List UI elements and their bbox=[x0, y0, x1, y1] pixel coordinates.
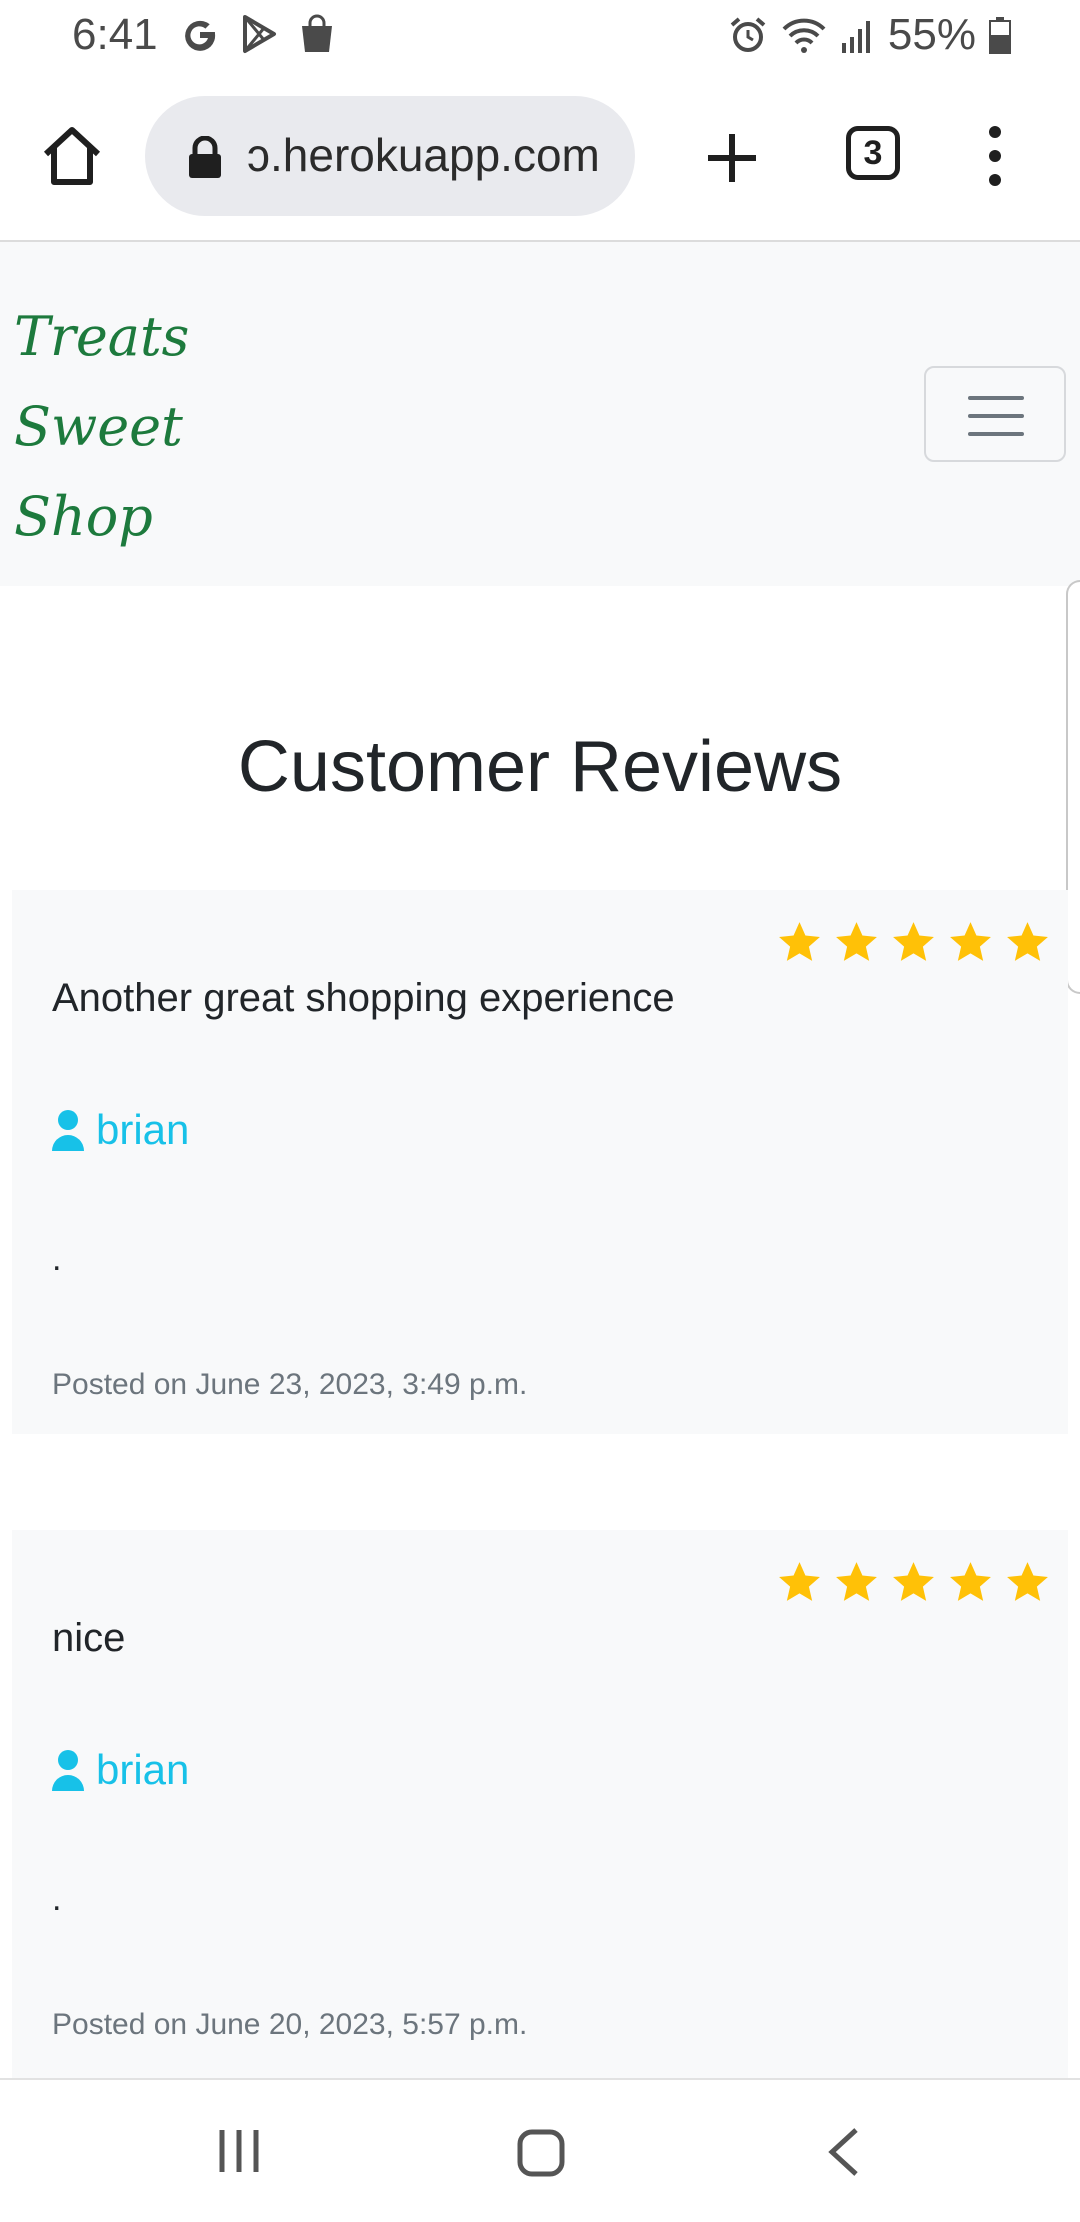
review-author-name: brian bbox=[96, 1106, 190, 1153]
brand-logo[interactable]: Treats Sweet Shop bbox=[14, 292, 189, 562]
battery-percent: 55% bbox=[887, 10, 976, 59]
star-icon bbox=[836, 922, 877, 961]
review-author-link[interactable]: brian bbox=[50, 1106, 189, 1154]
site-navbar: Treats Sweet Shop bbox=[0, 242, 1080, 586]
status-bar: 6:41 55% bbox=[0, 0, 1080, 72]
page-title: Customer Reviews bbox=[237, 727, 843, 807]
review-author-name: brian bbox=[96, 1746, 190, 1793]
star-icon bbox=[779, 1562, 820, 1601]
star-icon bbox=[950, 1562, 991, 1601]
hamburger-icon bbox=[968, 432, 1024, 436]
home-icon[interactable] bbox=[38, 122, 106, 190]
star-rating bbox=[775, 918, 1052, 967]
notification-icons bbox=[180, 14, 336, 54]
star-icon bbox=[950, 922, 991, 961]
user-icon bbox=[52, 1110, 84, 1151]
review-author-link[interactable]: brian bbox=[50, 1746, 189, 1794]
star-rating bbox=[775, 1558, 1052, 1607]
review-title: nice bbox=[52, 1616, 126, 1660]
wifi-icon bbox=[782, 18, 826, 53]
review-card: Another great shopping experience brian … bbox=[12, 890, 1068, 1434]
more-vert-icon[interactable] bbox=[980, 124, 1010, 188]
browser-toolbar: ɔ.herokuapp.com 3 bbox=[0, 72, 1080, 242]
star-icon bbox=[893, 1562, 934, 1601]
battery-icon bbox=[989, 17, 1011, 54]
user-icon bbox=[52, 1750, 84, 1791]
review-date: Posted on June 23, 2023, 3:49 p.m. bbox=[52, 1368, 528, 1401]
tab-switcher-button[interactable]: 3 bbox=[846, 126, 900, 180]
star-icon bbox=[836, 1562, 877, 1601]
review-body: . bbox=[52, 1880, 62, 1918]
lock-icon bbox=[189, 136, 221, 178]
status-right: 55% bbox=[728, 10, 1012, 60]
brand-line: Treats bbox=[14, 305, 190, 368]
url-text: ɔ.herokuapp.com bbox=[247, 129, 600, 181]
back-icon[interactable] bbox=[826, 2126, 860, 2178]
star-icon bbox=[893, 922, 934, 961]
review-title: Another great shopping experience bbox=[52, 976, 675, 1020]
home-nav-icon[interactable] bbox=[516, 2128, 566, 2178]
shopping-bag-icon bbox=[302, 14, 332, 52]
review-date: Posted on June 20, 2023, 5:57 p.m. bbox=[52, 2008, 528, 2041]
navbar-toggler-button[interactable] bbox=[924, 366, 1066, 462]
review-card: nice brian . Posted on June 20, 2023, 5:… bbox=[12, 1530, 1068, 2078]
status-time: 6:41 bbox=[72, 10, 158, 59]
plus-icon[interactable] bbox=[702, 128, 762, 188]
star-icon bbox=[1007, 1562, 1048, 1601]
play-store-icon bbox=[243, 15, 276, 53]
star-icon bbox=[1007, 922, 1048, 961]
hamburger-icon bbox=[968, 414, 1024, 418]
google-icon bbox=[185, 20, 216, 51]
star-icon bbox=[779, 922, 820, 961]
signal-icon bbox=[841, 21, 870, 53]
recent-apps-icon[interactable] bbox=[216, 2128, 262, 2174]
address-bar[interactable]: ɔ.herokuapp.com bbox=[145, 96, 635, 216]
brand-line: Shop bbox=[14, 485, 153, 548]
hamburger-icon bbox=[968, 396, 1024, 400]
review-body: . bbox=[52, 1240, 62, 1278]
alarm-icon bbox=[730, 17, 766, 52]
system-nav-bar bbox=[0, 2078, 1080, 2222]
brand-line: Sweet bbox=[14, 395, 183, 458]
